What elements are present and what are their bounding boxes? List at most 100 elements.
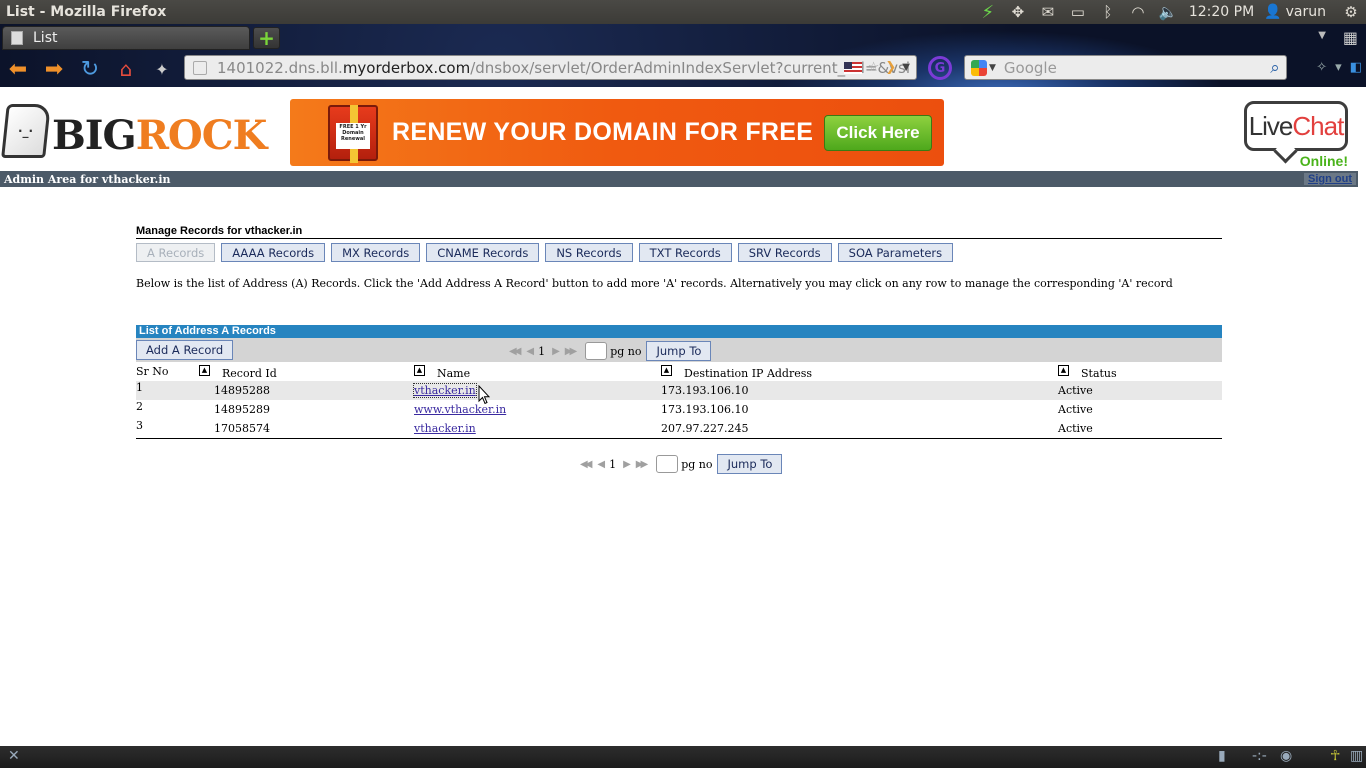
list-header: List of Address A Records <box>136 325 1222 338</box>
dropbox-icon[interactable]: ✥ <box>1003 0 1033 24</box>
tab-ns-records[interactable]: NS Records <box>545 243 633 262</box>
bookmark-sync-icon[interactable]: ◧ <box>1350 60 1362 75</box>
bookmark-star-icon[interactable]: ☆ <box>868 60 880 75</box>
tab-a-records[interactable]: A Records <box>136 243 216 262</box>
next-page-icon[interactable]: ▶ <box>549 346 560 357</box>
tab-list-dropdown-icon[interactable]: ▼ <box>1318 30 1326 41</box>
jump-to-button[interactable]: Jump To <box>717 454 783 474</box>
sort-status-icon[interactable]: ▲ <box>1058 365 1069 376</box>
battery-icon[interactable]: ▭ <box>1063 0 1093 24</box>
row-name-link[interactable]: vthacker.in <box>414 422 476 435</box>
first-page-icon[interactable]: ◀◀ <box>577 459 592 470</box>
bluetooth-icon[interactable]: ᛒ <box>1093 0 1123 24</box>
search-icon[interactable]: ⌕ <box>1264 57 1286 79</box>
pg-no-label: pg no <box>610 344 642 358</box>
reload-icon[interactable]: ↻ <box>72 54 108 84</box>
add-a-record-button[interactable]: Add A Record <box>136 340 234 360</box>
last-page-icon[interactable]: ▶▶ <box>562 346 577 357</box>
os-bottom-panel: ✕ ▮ -:- ◉ ☥ ▥ <box>0 746 1366 768</box>
url-host: myorderbox.com <box>342 58 471 77</box>
new-tab-button[interactable]: + <box>253 26 280 50</box>
row-name-link[interactable]: www.vthacker.in <box>414 403 506 416</box>
wifi-icon[interactable]: ◠ <box>1123 0 1153 24</box>
user-icon: 👤 <box>1264 4 1282 20</box>
settings-gear-icon[interactable]: ⚙ <box>1336 0 1366 24</box>
sort-record-id-icon[interactable]: ▲ <box>199 365 210 376</box>
first-page-icon[interactable]: ◀◀ <box>506 346 521 357</box>
tab-aaaa-records[interactable]: AAAA Records <box>221 243 326 262</box>
tab-txt-records[interactable]: TXT Records <box>638 243 732 262</box>
last-page-icon[interactable]: ▶▶ <box>633 459 648 470</box>
table-row[interactable]: 1 14895288 vthacker.in 173.193.106.10 Ac… <box>136 381 1222 400</box>
gmail-notifier-icon[interactable]: G <box>928 56 952 80</box>
sign-out-link[interactable]: Sign out <box>1304 173 1356 185</box>
forward-arrow-icon[interactable]: ➡ <box>36 54 72 84</box>
trash-icon[interactable]: ▮ <box>1218 748 1226 764</box>
admin-bar: Admin Area for vthacker.in Sign out <box>0 171 1358 187</box>
toolbar-extensions: ✧ ▾ ◧ <box>1316 60 1362 75</box>
col-destination-ip: Destination IP Address <box>684 367 813 380</box>
renew-domain-banner[interactable]: FREE 1 Yr Domain Renewal RENEW YOUR DOMA… <box>290 99 944 166</box>
livechat-live: Live <box>1248 110 1294 141</box>
tab-cname-records[interactable]: CNAME Records <box>426 243 540 262</box>
volume-icon[interactable]: 🔈 <box>1153 0 1183 24</box>
table-row[interactable]: 2 14895289 www.vthacker.in 173.193.106.1… <box>136 400 1222 419</box>
list-toolbar: Add A Record ◀◀ ◀ 1 ▶ ▶▶ pg no Jump To <box>136 338 1222 362</box>
chrome-app-icon[interactable]: ◉ <box>1280 748 1292 764</box>
clock[interactable]: 12:20 PM <box>1183 4 1262 20</box>
tab-groups-icon[interactable]: ▦ <box>1343 28 1358 47</box>
next-page-icon[interactable]: ▶ <box>620 459 631 470</box>
user-menu[interactable]: 👤 varun <box>1262 4 1336 20</box>
prev-page-icon[interactable]: ◀ <box>523 346 534 357</box>
row-ip: 173.193.106.10 <box>661 384 749 397</box>
col-sr-no: Sr No <box>136 365 169 378</box>
workspace-icon[interactable]: -:- <box>1252 748 1267 764</box>
banner-click-here-button[interactable]: Click Here <box>824 114 932 151</box>
livechat-chat: Chat <box>1292 110 1344 141</box>
banner-text: RENEW YOUR DOMAIN FOR FREE <box>392 118 814 146</box>
page-number-input[interactable] <box>585 342 608 360</box>
livechat-widget[interactable]: Live Chat Online! <box>1242 99 1350 169</box>
table-row[interactable]: 3 17058574 vthacker.in 207.97.227.245 Ac… <box>136 419 1222 438</box>
tab-mx-records[interactable]: MX Records <box>331 243 421 262</box>
site-identity-icon[interactable] <box>193 60 207 75</box>
search-bar[interactable]: ▼ ⌕ <box>964 55 1287 80</box>
page-number-input[interactable] <box>656 455 679 473</box>
tab-soa-parameters[interactable]: SOA Parameters <box>837 243 954 262</box>
livechat-status: Online! <box>1299 153 1348 169</box>
search-input[interactable] <box>1003 58 1264 77</box>
url-dropdown-icon[interactable]: ▼ <box>902 62 910 73</box>
mouse-cursor-icon <box>478 385 490 405</box>
sort-ip-icon[interactable]: ▲ <box>661 365 672 376</box>
us-flag-icon[interactable] <box>843 61 862 74</box>
addon-icon[interactable]: ✦ <box>144 54 180 84</box>
extension-dropdown-icon[interactable]: ▾ <box>1335 60 1342 75</box>
home-icon[interactable]: ⌂ <box>108 54 144 84</box>
logo-big: BIG <box>52 112 137 159</box>
manage-records-panel: Manage Records for vthacker.in A Records… <box>136 225 1222 474</box>
power-bolt-icon[interactable]: ⚡ <box>973 0 1003 24</box>
sort-name-icon[interactable]: ▲ <box>414 365 425 376</box>
google-engine-icon[interactable] <box>971 59 987 76</box>
plus-icon: + <box>258 26 275 50</box>
back-arrow-icon[interactable]: ⬅ <box>0 54 36 84</box>
workspace-switcher-icon[interactable]: ▥ <box>1350 748 1363 764</box>
extension-icon[interactable]: ✧ <box>1316 60 1327 75</box>
row-name-link[interactable]: vthacker.in <box>413 383 477 398</box>
tab-list[interactable]: List <box>2 26 250 50</box>
url-bar[interactable]: 1401022.dns.bll. myorderbox.com/dnsbox/se… <box>184 55 917 80</box>
tab-srv-records[interactable]: SRV Records <box>737 243 832 262</box>
col-record-id: Record Id <box>222 367 277 380</box>
pg-no-label: pg no <box>681 457 713 471</box>
rss-icon[interactable]: ❯ <box>885 60 896 75</box>
pager-top: ◀◀ ◀ 1 ▶ ▶▶ pg no Jump To <box>506 341 712 361</box>
jump-to-button[interactable]: Jump To <box>646 341 712 361</box>
logo-rock: ROCK <box>135 112 268 159</box>
show-desktop-icon[interactable]: ✕ <box>8 748 20 764</box>
table-header: Sr No ▲ Record Id ▲ Name ▲ Destination I… <box>136 365 1222 381</box>
bigrock-logo[interactable]: ·_· BIGROCK <box>1 100 268 159</box>
engine-dropdown-icon[interactable]: ▼ <box>989 63 996 73</box>
mail-icon[interactable]: ✉ <box>1033 0 1063 24</box>
prev-page-icon[interactable]: ◀ <box>594 459 605 470</box>
ankh-icon[interactable]: ☥ <box>1330 748 1340 764</box>
